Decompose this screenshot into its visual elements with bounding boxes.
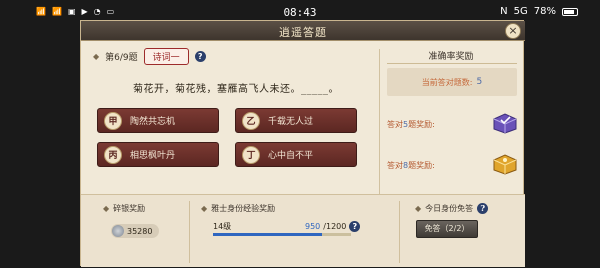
xp-progress-fill (213, 233, 323, 236)
network-type: 5G (513, 6, 528, 17)
xp-progress-bar (213, 233, 351, 236)
option-badge: 甲 (104, 111, 122, 130)
xp-total: /1200 (323, 222, 347, 231)
question-text: 菊花开，菊花残，塞雁高飞人未还。_____。 (133, 84, 339, 95)
help-icon[interactable]: ? (349, 221, 361, 232)
option-badge: 丁 (242, 145, 260, 164)
current-correct-value: 5 (476, 77, 483, 87)
free-answer-button[interactable]: 免答（2/2） (416, 220, 478, 238)
bullet-icon: ◆ (415, 204, 422, 213)
footer-divider (399, 201, 400, 263)
question-header: ◆ 第6/9题 诗词一 ? (93, 48, 206, 65)
option-d[interactable]: 丁 心中自不平 (235, 142, 357, 167)
exp-reward-title: ◆ 雅士身份经验奖励 (201, 203, 275, 214)
option-text: 心中自不平 (268, 151, 314, 161)
dialog-title: 逍遥答题 (279, 26, 327, 39)
silver-amount-value: 35280 (127, 226, 153, 236)
xp-readout: 950/1200 ? (305, 221, 361, 232)
help-icon[interactable]: ? (477, 203, 489, 214)
identity-level: 14级 (213, 222, 232, 231)
reward-suffix: 题奖励: (408, 161, 435, 170)
silver-reward-title: ◆ 碎银奖励 (103, 203, 145, 214)
bullet-icon: ◆ (93, 52, 100, 61)
reward-row-5: 答对 5 题奖励: (387, 119, 435, 130)
free-answer-title: ◆ 今日身份免答 ? (415, 203, 489, 214)
current-correct-box: 当前答对题数: 5 (387, 68, 517, 96)
silver-title-text: 碎银奖励 (113, 204, 146, 213)
option-b[interactable]: 乙 千载无人过 (235, 108, 357, 133)
reward-prefix: 答对 (387, 161, 403, 170)
vertical-divider (379, 49, 380, 207)
status-right: N 5G 78% (500, 6, 578, 17)
silver-amount: 35280 (111, 224, 159, 238)
battery-percent: 78% (533, 6, 556, 17)
free-title-text: 今日身份免答 (425, 204, 474, 213)
option-c[interactable]: 丙 相思枫叶丹 (97, 142, 219, 167)
option-text: 相思枫叶丹 (130, 151, 176, 161)
silver-coin-icon (112, 225, 124, 237)
reward-prefix: 答对 (387, 120, 403, 129)
option-badge: 丙 (104, 145, 122, 164)
accuracy-reward-title: 准确率奖励 (428, 52, 474, 62)
xp-current: 950 (305, 222, 321, 231)
option-a[interactable]: 甲 陶然共忘机 (97, 108, 219, 133)
rewards-footer: ◆ 碎银奖励 35280 ◆ 雅士身份经验奖励 14级 950/1200 ? ◆… (81, 194, 525, 267)
nfc-icon: N (500, 6, 508, 17)
footer-divider (189, 201, 190, 263)
quiz-dialog: 逍遥答题 × ◆ 第6/9题 诗词一 ? 菊花开，菊花残，塞雁高飞人未还。___… (80, 20, 525, 267)
current-correct-label: 当前答对题数: (421, 77, 473, 87)
close-button[interactable]: × (505, 23, 521, 39)
dialog-titlebar: 逍遥答题 × (81, 21, 525, 41)
reward-row-8: 答对 8 题奖励: (387, 160, 435, 171)
help-icon[interactable]: ? (194, 51, 206, 62)
exp-title-text: 雅士身份经验奖励 (211, 204, 276, 213)
battery-icon (562, 7, 578, 16)
bullet-icon: ◆ (201, 204, 208, 213)
reward-suffix: 题奖励: (408, 120, 435, 129)
question-number: 第6/9题 (105, 53, 138, 63)
option-text: 千载无人过 (268, 117, 314, 127)
gold-chest-icon[interactable] (491, 151, 519, 175)
option-text: 陶然共忘机 (130, 117, 176, 127)
bullet-icon: ◆ (103, 204, 110, 213)
question-type-badge: 诗词一 (143, 48, 189, 65)
option-badge: 乙 (242, 111, 260, 130)
accuracy-divider (387, 63, 517, 64)
purple-chest-icon[interactable] (491, 111, 519, 135)
